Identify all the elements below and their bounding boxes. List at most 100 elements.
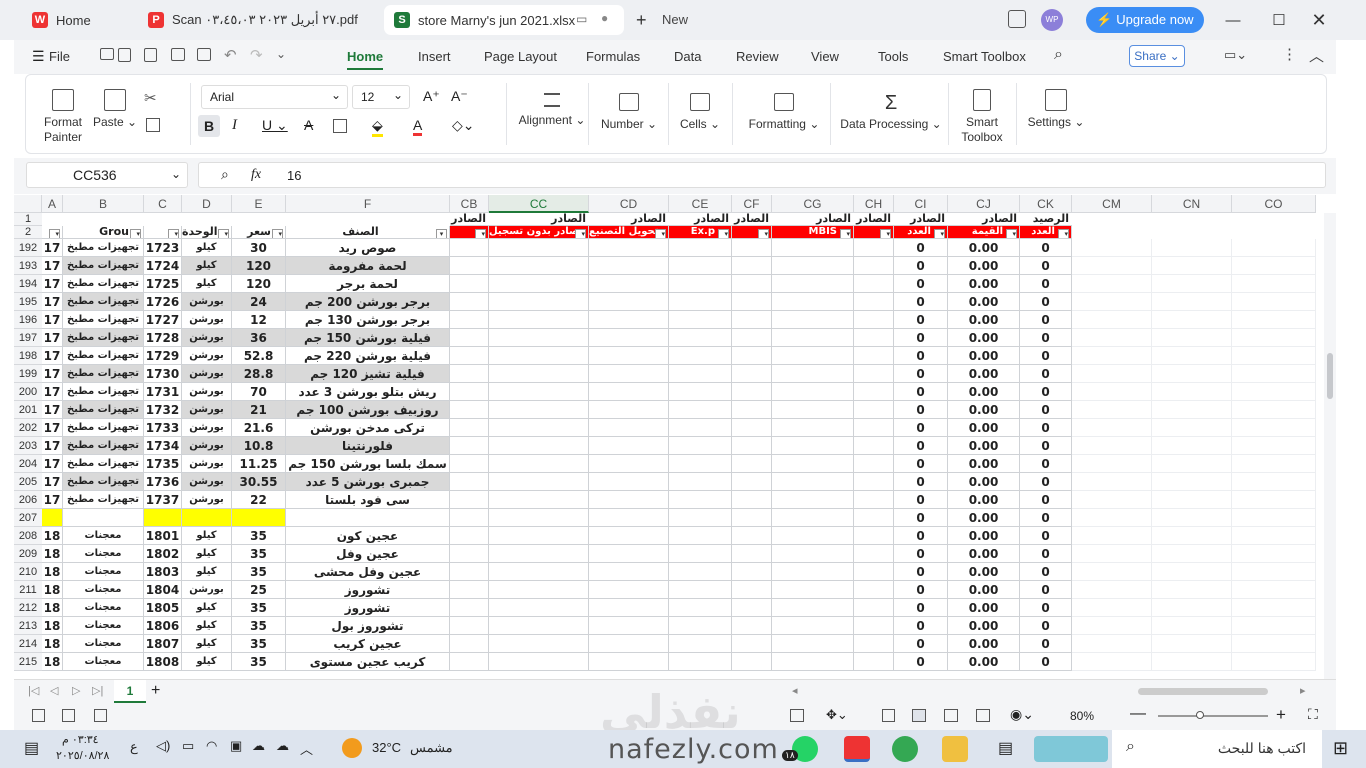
row-header[interactable]: 192 [14,239,42,257]
cells-button[interactable]: Cells ⌄ [672,93,728,132]
cell-cj[interactable]: 0.00 [948,653,1020,671]
cell[interactable] [772,581,854,599]
cell-cj[interactable]: 0.00 [948,527,1020,545]
menu-page-layout[interactable]: Page Layout [484,49,557,64]
cell-f[interactable]: لحمة مفرومة [286,257,450,275]
cell[interactable] [1152,545,1232,563]
cell[interactable] [1232,437,1316,455]
cell-b[interactable]: تجهيزات مطبخ [63,293,144,311]
settings-button[interactable]: Settings ⌄ [1024,89,1088,130]
chrome-icon[interactable] [892,736,918,762]
cell[interactable] [589,347,669,365]
cell[interactable] [489,383,589,401]
cell-e[interactable]: 120 [232,275,286,293]
cell-cj[interactable]: 0.00 [948,635,1020,653]
cell[interactable] [732,635,772,653]
cell[interactable] [589,239,669,257]
cell-a[interactable]: 17 [42,365,63,383]
cell-cj[interactable]: 0.00 [948,581,1020,599]
battery-icon[interactable]: ▭ [182,738,194,754]
cell[interactable] [1072,509,1152,527]
cell-a[interactable]: 17 [42,293,63,311]
cell[interactable] [589,293,669,311]
chevron-up-icon[interactable]: ︿ [300,739,313,758]
cell-ci[interactable]: 0 [894,473,948,491]
cell[interactable] [1232,329,1316,347]
cell[interactable] [772,527,854,545]
cell-e[interactable]: 28.8 [232,365,286,383]
cell-ci[interactable]: 0 [894,239,948,257]
filter-dropdown-icon[interactable]: ▾ [1058,229,1069,238]
cell[interactable] [1152,581,1232,599]
cell-ck[interactable]: 0 [1020,347,1072,365]
cell-c[interactable]: 1733 [144,419,182,437]
cell[interactable] [669,617,732,635]
cell-c[interactable]: 1724 [144,257,182,275]
close-tab-icon[interactable]: ● [601,11,608,25]
cell[interactable] [669,257,732,275]
cell[interactable] [1232,311,1316,329]
cell[interactable] [772,383,854,401]
cell[interactable] [589,401,669,419]
column-header[interactable]: CM [1072,195,1152,213]
cell[interactable] [1152,491,1232,509]
column-header[interactable]: CE [669,195,732,213]
increase-font-icon[interactable]: A⁺ [423,88,440,105]
cell[interactable] [489,329,589,347]
sheet-tab-1[interactable]: 1 [114,680,146,703]
cell-c[interactable]: 1728 [144,329,182,347]
cell-ci[interactable]: 0 [894,581,948,599]
filter-header[interactable]: الوحدة ▾ [182,226,232,239]
cell[interactable] [450,239,489,257]
filter-dropdown-icon[interactable]: ▾ [840,229,851,238]
cell-f[interactable]: تشوروز [286,599,450,617]
cell[interactable] [1072,257,1152,275]
cell[interactable] [450,293,489,311]
cell[interactable] [1232,545,1316,563]
cell[interactable] [1232,383,1316,401]
cell[interactable] [854,491,894,509]
cell[interactable] [1072,473,1152,491]
cell[interactable] [450,473,489,491]
row-header[interactable]: 211 [14,581,42,599]
cell[interactable] [1152,383,1232,401]
cell[interactable] [489,257,589,275]
cell[interactable] [589,419,669,437]
row-header[interactable]: 195 [14,293,42,311]
filter-dropdown-icon[interactable]: ▾ [758,229,769,238]
cell-ci[interactable]: 0 [894,491,948,509]
cell-e[interactable]: 30 [232,239,286,257]
filter-dropdown-icon[interactable]: ▾ [218,229,229,238]
cell-cj[interactable]: 0.00 [948,563,1020,581]
cell-ck[interactable]: 0 [1020,275,1072,293]
cell[interactable] [489,239,589,257]
cell-ck[interactable]: 0 [1020,311,1072,329]
zoom-formula-icon[interactable]: ⌕ [221,166,229,183]
cell[interactable] [732,437,772,455]
table-view-icon[interactable] [790,709,804,722]
cell[interactable] [854,419,894,437]
row-header[interactable]: 194 [14,275,42,293]
cell[interactable] [1072,311,1152,329]
cell-b[interactable]: تجهيزات مطبخ [63,473,144,491]
cell[interactable] [589,545,669,563]
cell-a[interactable]: 17 [42,455,63,473]
zoom-level[interactable]: 80% [1070,709,1094,723]
cell[interactable] [1152,563,1232,581]
underline-icon[interactable]: U ⌄ [262,117,288,134]
maximize-icon[interactable]: ☐ [1264,8,1294,32]
font-name-select[interactable]: Arial ⌄ [201,85,348,109]
filter-dropdown-icon[interactable]: ▾ [655,229,666,238]
row-header[interactable]: 193 [14,257,42,275]
cell[interactable] [1232,635,1316,653]
cell-ck[interactable]: 0 [1020,599,1072,617]
row-header[interactable]: 208 [14,527,42,545]
cell[interactable] [669,275,732,293]
cell-a[interactable]: 17 [42,239,63,257]
cell[interactable] [1072,401,1152,419]
cell-ck[interactable]: 0 [1020,491,1072,509]
cell-b[interactable]: معجنات [63,635,144,653]
cell[interactable] [1232,401,1316,419]
cell-cj[interactable]: 0.00 [948,455,1020,473]
search-icon[interactable]: ⌕ [1054,46,1063,64]
